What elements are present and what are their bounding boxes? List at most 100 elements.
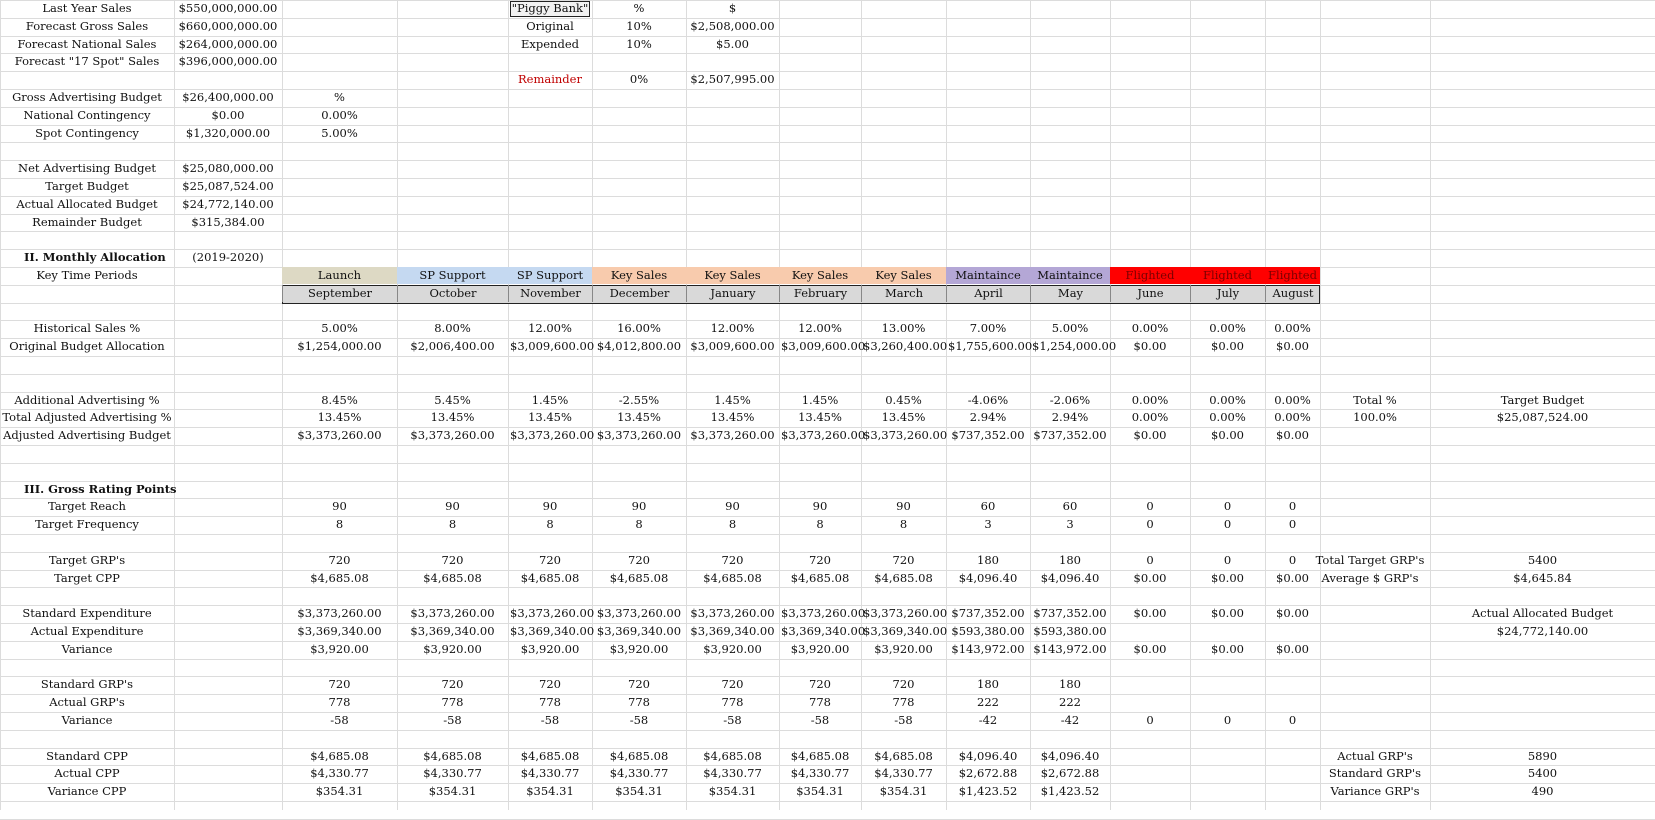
grp-variance-label[interactable]: Variance	[0, 712, 174, 729]
target-cpp-value[interactable]: $4,685.08	[686, 570, 779, 587]
standard-expenditure-value[interactable]: $3,373,260.00	[779, 605, 865, 622]
historical-sales-value[interactable]: 16.00%	[592, 320, 686, 337]
total-adjusted-value[interactable]: 13.45%	[397, 409, 508, 426]
standard-expenditure-value[interactable]: $3,373,260.00	[508, 605, 594, 622]
spot-contingency-value[interactable]: $1,320,000.00	[174, 125, 282, 142]
expenditure-variance-value[interactable]: $3,920.00	[779, 641, 861, 658]
adjusted-budget-value[interactable]: $3,373,260.00	[508, 427, 594, 444]
average-grp-value[interactable]: $4,645.84	[1430, 570, 1655, 587]
target-frequency-value[interactable]: 0	[1265, 516, 1320, 533]
standard-cpp-value[interactable]: $4,685.08	[779, 748, 861, 765]
actual-grps-value-right[interactable]: 5890	[1430, 748, 1655, 765]
standard-grps-value[interactable]: 720	[508, 676, 592, 693]
net-budget-label[interactable]: Net Advertising Budget	[0, 160, 174, 177]
original-budget-value[interactable]: $3,009,600.00	[779, 338, 865, 355]
period-header[interactable]: Flighted	[1110, 267, 1190, 284]
adjusted-budget-value[interactable]: $3,373,260.00	[861, 427, 947, 444]
average-grp-label[interactable]: Average $ GRP's	[1310, 570, 1430, 587]
standard-grps-label[interactable]: Standard GRP's	[0, 676, 174, 693]
additional-advertising-value[interactable]: 0.00%	[1190, 392, 1265, 409]
standard-grps-label-right[interactable]: Standard GRP's	[1320, 765, 1430, 782]
standard-cpp-label[interactable]: Standard CPP	[0, 748, 174, 765]
summary-value[interactable]: $660,000,000.00	[174, 18, 282, 35]
target-reach-value[interactable]: 90	[861, 498, 946, 515]
month-header[interactable]: January	[686, 285, 779, 302]
grp-variance-value[interactable]: -58	[397, 712, 508, 729]
section3-title[interactable]: III. Gross Rating Points	[22, 481, 192, 498]
target-frequency-value[interactable]: 3	[946, 516, 1030, 533]
expenditure-variance-value[interactable]: $0.00	[1110, 641, 1190, 658]
total-target-grps-value[interactable]: 5400	[1430, 552, 1655, 569]
standard-cpp-value[interactable]: $4,096.40	[946, 748, 1030, 765]
actual-cpp-label[interactable]: Actual CPP	[0, 765, 174, 782]
actual-expenditure-value[interactable]: $3,369,340.00	[779, 623, 865, 640]
piggy-pct-header[interactable]: %	[592, 0, 686, 17]
piggy-remainder-pct[interactable]: 0%	[592, 71, 686, 88]
target-frequency-value[interactable]: 8	[592, 516, 686, 533]
additional-advertising-value[interactable]: 8.45%	[282, 392, 397, 409]
standard-grps-value[interactable]	[1265, 676, 1320, 693]
summary-value[interactable]: $550,000,000.00	[174, 0, 282, 17]
remainder-budget-label[interactable]: Remainder Budget	[0, 214, 174, 231]
month-header[interactable]: June	[1110, 285, 1190, 302]
spreadsheet-grid[interactable]: Last Year Sales $550,000,000.00 Forecast G…	[0, 0, 1655, 820]
standard-cpp-value[interactable]	[1110, 748, 1190, 765]
standard-cpp-value[interactable]: $4,096.40	[1030, 748, 1110, 765]
actual-cpp-value[interactable]: $2,672.88	[946, 765, 1030, 782]
grp-variance-value[interactable]: 0	[1190, 712, 1265, 729]
standard-cpp-value[interactable]: $4,685.08	[508, 748, 592, 765]
expenditure-variance-value[interactable]: $3,920.00	[397, 641, 508, 658]
variance-cpp-value[interactable]: $354.31	[861, 783, 946, 800]
variance-cpp-label[interactable]: Variance CPP	[0, 783, 174, 800]
original-budget-value[interactable]: $3,009,600.00	[686, 338, 779, 355]
target-frequency-value[interactable]: 8	[861, 516, 946, 533]
actual-cpp-value[interactable]: $4,330.77	[686, 765, 779, 782]
grp-variance-value[interactable]: -42	[1030, 712, 1110, 729]
standard-cpp-value[interactable]: $4,685.08	[397, 748, 508, 765]
standard-expenditure-value[interactable]: $3,373,260.00	[592, 605, 686, 622]
actual-expenditure-value[interactable]: $3,369,340.00	[592, 623, 686, 640]
actual-cpp-value[interactable]: $4,330.77	[282, 765, 397, 782]
variance-cpp-value[interactable]: $354.31	[282, 783, 397, 800]
target-grps-value[interactable]: 720	[592, 552, 686, 569]
piggy-original-label[interactable]: Original	[508, 18, 592, 35]
original-budget-value[interactable]: $0.00	[1265, 338, 1320, 355]
actual-allocated-value[interactable]: $24,772,140.00	[1430, 623, 1655, 640]
historical-sales-value[interactable]: 0.00%	[1265, 320, 1320, 337]
target-reach-value[interactable]: 60	[1030, 498, 1110, 515]
additional-advertising-label[interactable]: Additional Advertising %	[0, 392, 174, 409]
section2-year[interactable]: (2019-2020)	[174, 249, 282, 266]
actual-cpp-value[interactable]: $4,330.77	[397, 765, 508, 782]
target-cpp-label[interactable]: Target CPP	[0, 570, 174, 587]
key-periods-label[interactable]: Key Time Periods	[0, 267, 174, 284]
piggy-bank-title[interactable]: "Piggy Bank"	[508, 0, 592, 17]
target-frequency-value[interactable]: 8	[508, 516, 592, 533]
actual-grps-value[interactable]: 222	[1030, 694, 1110, 711]
standard-expenditure-value[interactable]: $3,373,260.00	[686, 605, 779, 622]
historical-sales-value[interactable]: 5.00%	[282, 320, 397, 337]
actual-cpp-value[interactable]: $4,330.77	[861, 765, 946, 782]
adjusted-budget-value[interactable]: $3,373,260.00	[686, 427, 779, 444]
additional-advertising-value[interactable]: 5.45%	[397, 392, 508, 409]
piggy-original-pct[interactable]: 10%	[592, 18, 686, 35]
historical-sales-label[interactable]: Historical Sales %	[0, 320, 174, 337]
actual-expenditure-value[interactable]: $3,369,340.00	[686, 623, 779, 640]
actual-expenditure-value[interactable]: $593,380.00	[946, 623, 1030, 640]
total-adjusted-value[interactable]: 2.94%	[1030, 409, 1110, 426]
original-budget-value[interactable]: $3,260,400.00	[861, 338, 947, 355]
target-reach-value[interactable]: 90	[686, 498, 779, 515]
historical-sales-value[interactable]: 12.00%	[779, 320, 861, 337]
grp-variance-value[interactable]: -58	[508, 712, 592, 729]
actual-expenditure-value[interactable]: $3,369,340.00	[282, 623, 397, 640]
actual-grps-label-right[interactable]: Actual GRP's	[1320, 748, 1430, 765]
total-adjusted-value[interactable]: 13.45%	[861, 409, 946, 426]
actual-grps-value[interactable]: 778	[592, 694, 686, 711]
target-grps-value[interactable]: 720	[397, 552, 508, 569]
total-adjusted-value[interactable]: 0.00%	[1265, 409, 1320, 426]
month-header[interactable]: September	[282, 285, 397, 302]
target-grps-label[interactable]: Target GRP's	[0, 552, 174, 569]
variance-grps-label-right[interactable]: Variance GRP's	[1320, 783, 1430, 800]
standard-grps-value[interactable]: 180	[1030, 676, 1110, 693]
additional-advertising-value[interactable]: 0.45%	[861, 392, 946, 409]
actual-grps-value[interactable]: 778	[508, 694, 592, 711]
